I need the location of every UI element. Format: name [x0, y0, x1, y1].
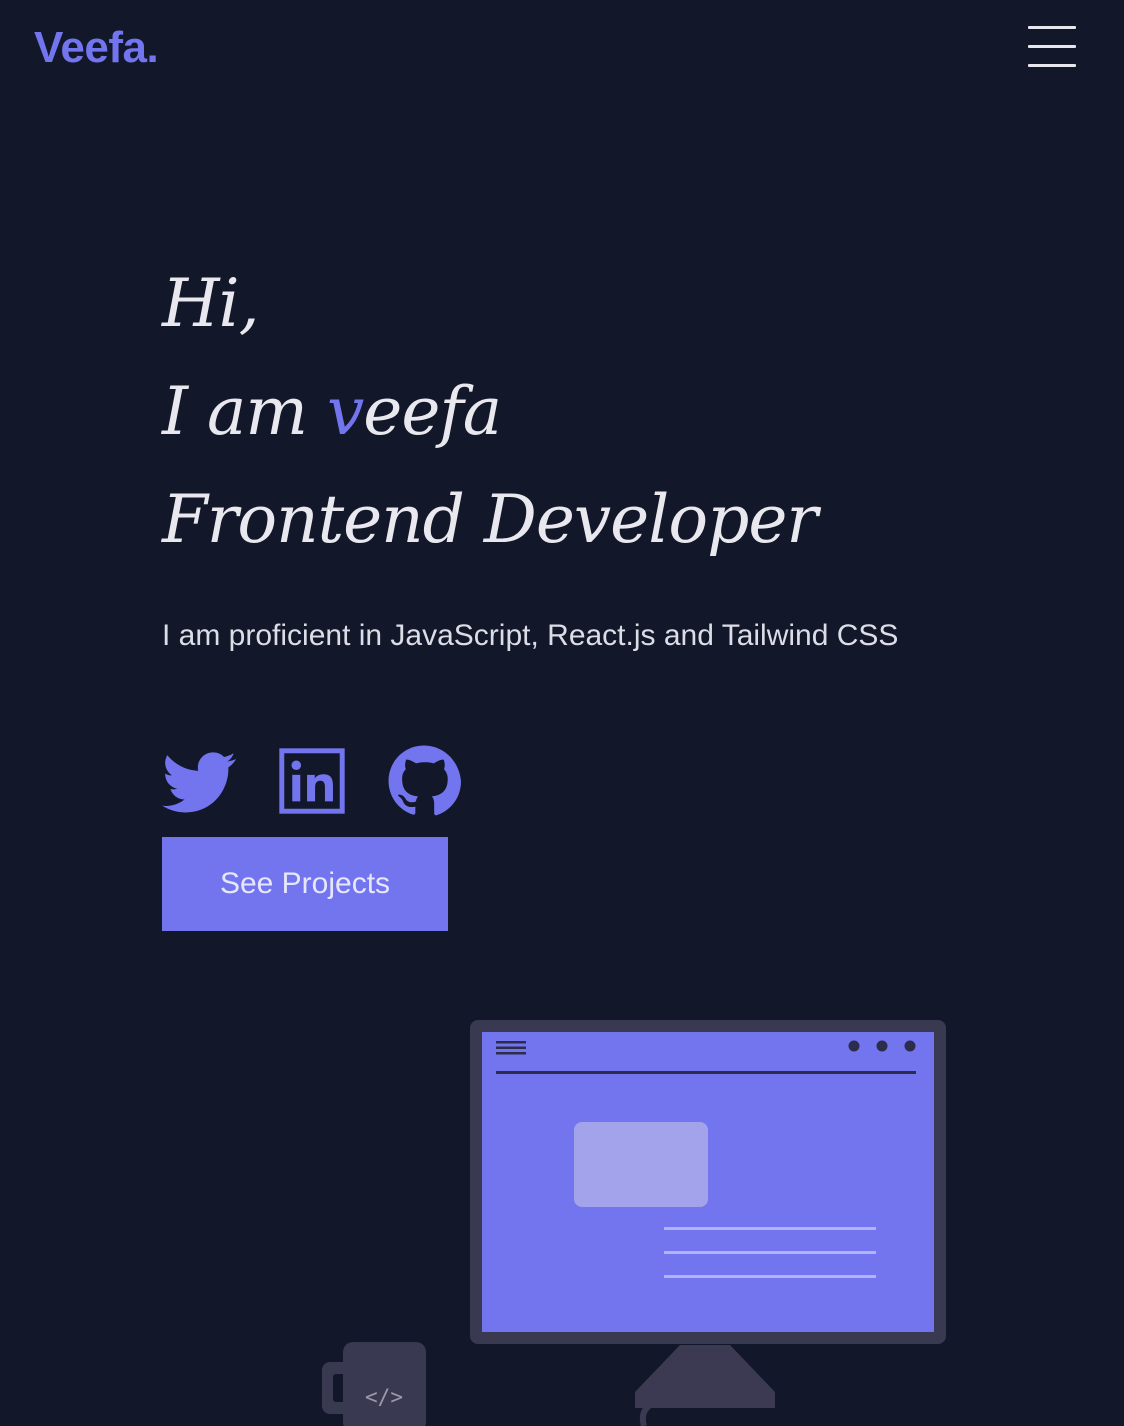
screen-text-line [664, 1251, 876, 1254]
monitor-cable [639, 1402, 652, 1426]
mug-handle-hole [333, 1374, 347, 1402]
screen-dot-icon [904, 1040, 916, 1052]
screen-text-line [664, 1227, 876, 1230]
mug-handle [322, 1362, 356, 1414]
monitor-screen [482, 1032, 934, 1332]
greeting-text: Hi, [162, 265, 260, 342]
tagline: I am proficient in JavaScript, React.js … [162, 619, 899, 652]
code-mug-icon [343, 1342, 426, 1426]
role-title: Frontend Developer [162, 481, 818, 558]
screen-text-line [664, 1275, 876, 1278]
screen-menu-icon [496, 1041, 526, 1044]
github-icon[interactable] [386, 744, 462, 818]
twitter-icon[interactable] [162, 744, 238, 818]
page: Veefa. Hi, I am veefa Frontend Developer… [0, 0, 1124, 1426]
name-accent-letter: v [326, 373, 364, 450]
screen-menu-line [496, 1052, 526, 1055]
hero-heading: Hi, I am veefa Frontend Developer [162, 250, 1062, 574]
hamburger-menu-icon[interactable] [1022, 22, 1082, 72]
code-mug-text: </> [365, 1385, 403, 1409]
intro-prefix: I am [162, 373, 327, 450]
screen-dot-icon [876, 1040, 888, 1052]
screen-dot-icon [848, 1040, 860, 1052]
social-links [162, 744, 498, 818]
screen-menu-line [496, 1046, 526, 1049]
monitor-stand [635, 1345, 775, 1408]
screen-card [574, 1122, 708, 1207]
site-logo[interactable]: Veefa. [34, 22, 159, 74]
monitor-frame [470, 1020, 946, 1344]
name-rest: eefa [363, 373, 502, 450]
screen-divider [496, 1071, 916, 1074]
intro-line: I am veefa [162, 358, 1062, 466]
linkedin-icon[interactable] [274, 744, 350, 818]
developer-illustration: </> [322, 1020, 946, 1426]
see-projects-button[interactable]: See Projects [162, 837, 448, 931]
